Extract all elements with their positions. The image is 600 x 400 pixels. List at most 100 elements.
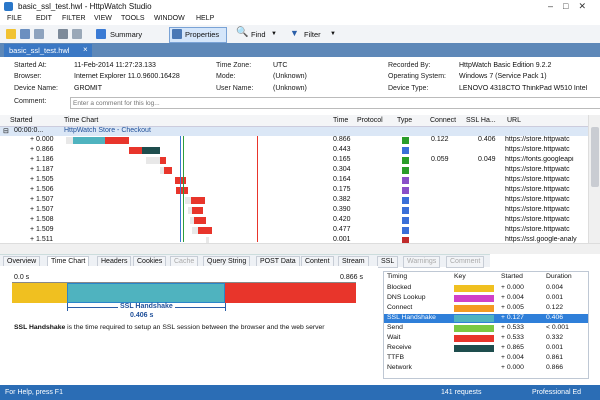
- legend-row[interactable]: DNS Lookup + 0.004 0.001: [384, 294, 588, 303]
- recorded-by-label: Recorded By:: [388, 62, 431, 69]
- legend-row[interactable]: Send + 0.533 < 0.001: [384, 324, 588, 333]
- mode-value: (Unknown): [273, 73, 307, 80]
- row-time: 0.304: [333, 166, 351, 173]
- open-icon[interactable]: [6, 29, 16, 39]
- window-controls[interactable]: –□✕: [548, 1, 596, 12]
- table-row[interactable]: + 0.866 0.443 https://store.httpwatc: [0, 146, 588, 155]
- render-start-marker: [183, 136, 184, 242]
- col-protocol[interactable]: Protocol: [357, 117, 383, 124]
- row-started: + 1.508: [30, 216, 54, 223]
- menu-help[interactable]: HELP: [196, 15, 214, 22]
- tab-comment[interactable]: Comment: [446, 256, 485, 268]
- table-row[interactable]: + 1.508 0.420 https://store.httpwatc: [0, 216, 588, 225]
- col-time-chart[interactable]: Time Chart: [64, 117, 98, 124]
- col-time[interactable]: Time: [333, 117, 348, 124]
- legend-timing: Wait: [387, 334, 401, 341]
- col-started[interactable]: Started: [10, 117, 33, 124]
- summary-button[interactable]: Summary: [110, 30, 142, 39]
- menu-edit[interactable]: EDIT: [36, 15, 52, 22]
- summary-icon: [96, 29, 106, 39]
- menu-window[interactable]: WINDOW: [154, 15, 185, 22]
- timeline-bar: [146, 157, 160, 164]
- title-bar: basic_ssl_test.hwl - HttpWatch Studio –□…: [0, 0, 600, 13]
- table-row[interactable]: + 1.186 0.165 0.059 0.049 https://fonts.goog…: [0, 156, 588, 165]
- user-name-label: User Name:: [216, 85, 254, 92]
- find-dropdown-icon[interactable]: ▼: [271, 31, 277, 37]
- menu-tools[interactable]: TOOLS: [121, 15, 145, 22]
- table-row[interactable]: + 1.507 0.390 https://store.httpwatc: [0, 206, 588, 215]
- detail-bar: [12, 283, 356, 303]
- row-url: https://store.httpwatc: [505, 146, 570, 153]
- document-tab[interactable]: basic_ssl_test.hwl ×: [4, 44, 92, 57]
- legend-duration: 0.332: [546, 334, 564, 341]
- col-type[interactable]: Type: [397, 117, 412, 124]
- table-row[interactable]: + 1.187 0.304 https://store.httpwatc: [0, 166, 588, 175]
- grid-hscrollbar[interactable]: [0, 243, 600, 254]
- row-started: + 0.000: [30, 136, 54, 143]
- legend-col-timing: Timing: [387, 273, 408, 280]
- group-row[interactable]: ⊟ 00:00:0... HttpWatch Store - Checkout: [0, 127, 588, 136]
- col-ssl[interactable]: SSL Ha...: [466, 117, 496, 124]
- content-type-icon: [402, 157, 409, 164]
- find-button[interactable]: Find: [251, 30, 266, 39]
- legend-started: + 0.127: [501, 314, 524, 321]
- properties-icon: [172, 29, 182, 39]
- table-row[interactable]: + 1.509 0.477 https://store.httpwatc: [0, 226, 588, 235]
- legend-duration: 0.001: [546, 344, 564, 351]
- legend-row[interactable]: SSL Handshake + 0.127 0.406: [384, 314, 588, 323]
- timing-legend: Timing Key Started Duration Blocked + 0.0…: [383, 271, 589, 379]
- toolbar: Summary Properties 🔍 Find ▼ ▼ Filter ▼: [0, 25, 600, 44]
- status-help: For Help, press F1: [5, 389, 63, 396]
- legend-color-key: [454, 345, 494, 352]
- legend-started: + 0.000: [501, 364, 524, 371]
- row-url: https://store.httpwatc: [505, 166, 570, 173]
- legend-row[interactable]: Connect + 0.005 0.122: [384, 304, 588, 313]
- grid-scrollbar[interactable]: [588, 115, 600, 243]
- collapse-icon[interactable]: ⊟: [3, 127, 9, 135]
- timeline-bar: [105, 137, 129, 144]
- scrollbar-thumb[interactable]: [591, 127, 599, 187]
- filter-dropdown-icon[interactable]: ▼: [330, 31, 336, 37]
- row-time: 0.443: [333, 146, 351, 153]
- legend-col-key: Key: [454, 273, 466, 280]
- legend-row[interactable]: Blocked + 0.000 0.004: [384, 284, 588, 293]
- save-icon[interactable]: [20, 29, 30, 39]
- legend-duration: 0.001: [546, 294, 564, 301]
- menu-file[interactable]: FILE: [7, 15, 22, 22]
- table-row[interactable]: + 0.000 0.866 0.122 0.406 https://store.http…: [0, 136, 588, 145]
- legend-col-started: Started: [501, 273, 523, 280]
- comment-input[interactable]: [70, 97, 600, 109]
- tab-warnings[interactable]: Warnings: [403, 256, 441, 268]
- legend-row[interactable]: TTFB + 0.004 0.861: [384, 354, 588, 363]
- legend-row[interactable]: Network + 0.000 0.866: [384, 364, 588, 373]
- close-tab-icon[interactable]: ×: [83, 45, 88, 54]
- scale-end-label: 0.866 s: [340, 274, 363, 281]
- grid-header: Started Time Chart Time Protocol Type Co…: [0, 115, 588, 127]
- col-url[interactable]: URL: [507, 117, 521, 124]
- filter-button[interactable]: Filter: [304, 30, 321, 39]
- table-row[interactable]: + 1.505 0.164 https://store.httpwatc: [0, 176, 588, 185]
- time-zone-label: Time Zone:: [216, 62, 252, 69]
- status-edition: Professional Ed: [532, 389, 582, 396]
- legend-started: + 0.865: [501, 344, 524, 351]
- print-preview-icon[interactable]: [72, 29, 82, 39]
- legend-timing: TTFB: [387, 354, 404, 361]
- table-row[interactable]: + 1.506 0.175 https://store.httpwatc: [0, 186, 588, 195]
- row-time: 0.420: [333, 216, 351, 223]
- mode-label: Mode:: [216, 73, 236, 80]
- legend-color-key: [454, 305, 494, 312]
- menu-filter[interactable]: FILTER: [62, 15, 86, 22]
- filter-icon: ▼: [290, 28, 299, 38]
- print-icon[interactable]: [58, 29, 68, 39]
- timeline-bar: [129, 147, 142, 154]
- legend-row[interactable]: Wait + 0.533 0.332: [384, 334, 588, 343]
- legend-row[interactable]: Receive + 0.865 0.001: [384, 344, 588, 353]
- menu-view[interactable]: VIEW: [94, 15, 112, 22]
- legend-started: + 0.533: [501, 334, 524, 341]
- save-all-icon[interactable]: [34, 29, 44, 39]
- tab-ssl[interactable]: SSL: [377, 256, 399, 268]
- table-row[interactable]: + 1.507 0.382 https://store.httpwatc: [0, 196, 588, 205]
- timeline-bar: [164, 167, 172, 174]
- content-type-icon: [402, 217, 409, 224]
- col-connect[interactable]: Connect: [430, 117, 456, 124]
